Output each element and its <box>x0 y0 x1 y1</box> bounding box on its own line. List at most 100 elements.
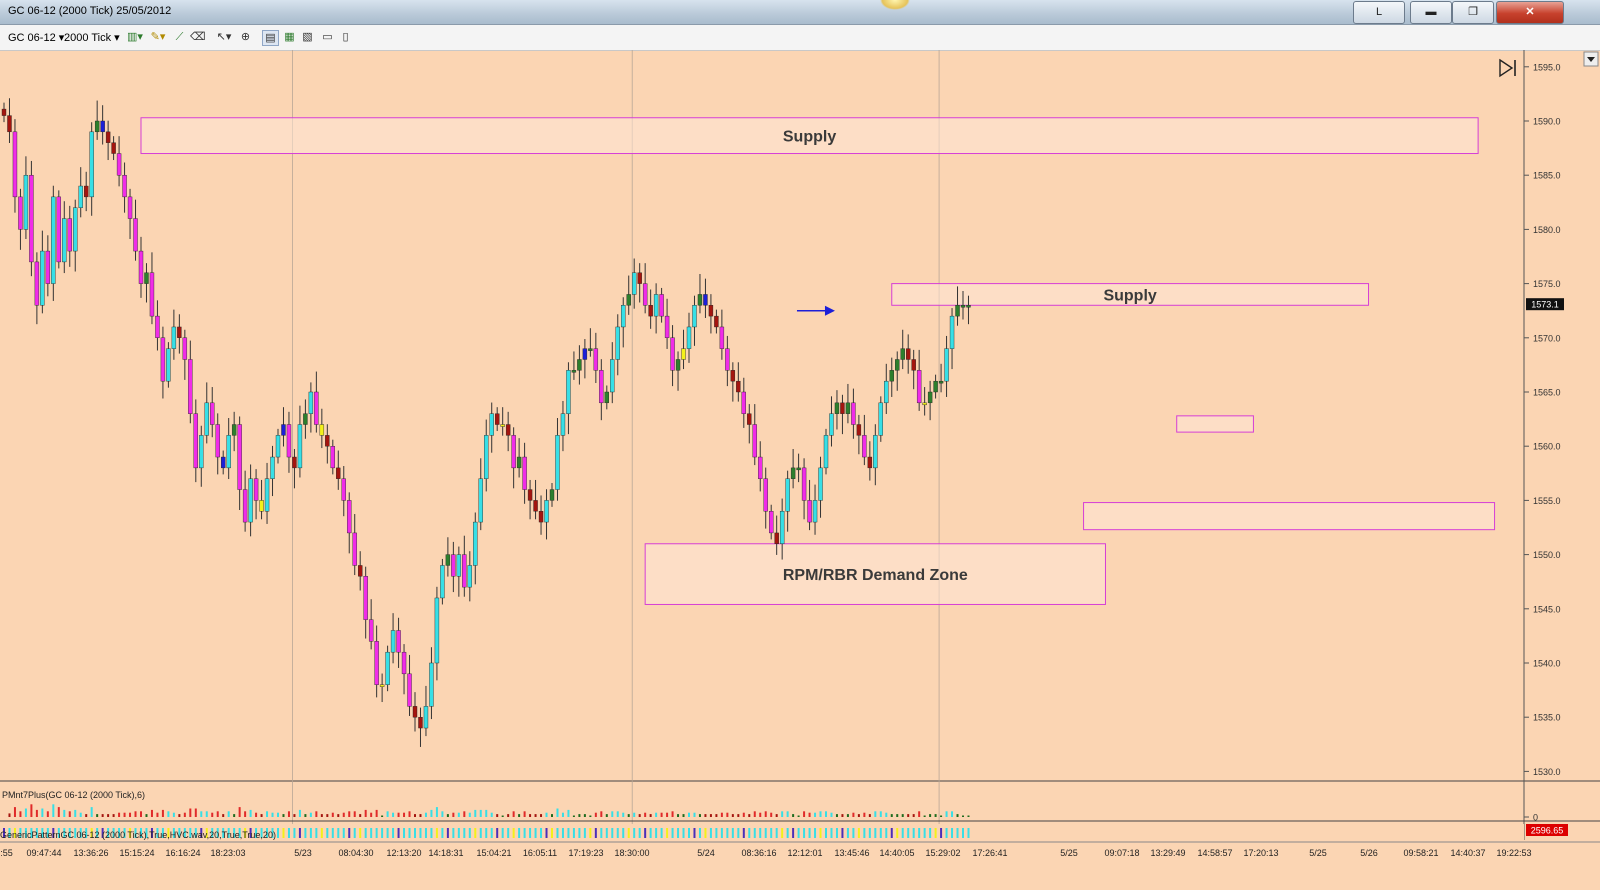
candle-body <box>944 348 949 382</box>
indicator2-bar <box>556 828 559 838</box>
candle-body <box>823 435 829 469</box>
indicator-bar <box>293 814 296 817</box>
candle <box>495 407 500 432</box>
price-chart[interactable]: SupplySupplyRPM/RBR Demand Zone 1530.015… <box>0 50 1600 890</box>
indicator-bar <box>112 814 115 817</box>
indicator2-bar <box>479 828 482 838</box>
candle-body <box>960 305 966 308</box>
candle <box>451 541 456 593</box>
bar-type-icon[interactable]: ▥▾ <box>124 30 146 44</box>
minimize-button[interactable]: ▬ <box>1410 1 1452 24</box>
candle <box>615 314 620 376</box>
candle <box>34 252 40 325</box>
indicator-bar <box>841 814 844 817</box>
price-axis[interactable]: 1530.0 1535.0 1540.0 1545.0 1550.0 1555.0 1560… <box>1523 50 1599 840</box>
properties-icon[interactable]: ▧ <box>300 30 315 44</box>
candle <box>407 654 412 716</box>
indicator-bar <box>140 811 142 817</box>
indicator2-bar <box>386 828 389 838</box>
candle <box>511 427 516 489</box>
candle <box>226 418 231 480</box>
indicator-bar <box>589 815 592 817</box>
indicator-bar <box>282 814 285 817</box>
indicator-bar <box>348 811 351 817</box>
candle <box>105 120 111 161</box>
candle-body <box>736 380 741 393</box>
indicator-bar <box>649 814 652 817</box>
maximize-button[interactable]: ❐ <box>1452 1 1494 24</box>
indicator2-bar <box>331 828 334 838</box>
candle <box>785 470 790 532</box>
indicator2-bar <box>967 828 970 838</box>
window-title: GC 06-12 (2000 Tick) 25/05/2012 <box>8 5 172 17</box>
candle <box>489 402 494 453</box>
candle <box>873 424 878 486</box>
candle-body <box>582 348 588 360</box>
instrument-selector[interactable]: GC 06-12 ▾ <box>8 31 64 44</box>
indicator2-bar <box>874 828 877 838</box>
candle-body <box>478 478 483 523</box>
indicator2-bar <box>277 828 279 838</box>
candle <box>314 371 319 433</box>
indicator2-bar <box>868 828 871 838</box>
candle-body <box>708 305 714 317</box>
indicator-panel: PMnt7Plus(GC 06-12 (2000 Tick),6)0Generi… <box>0 790 1600 840</box>
indicator-bar <box>929 814 932 817</box>
indicator-bar <box>101 814 104 817</box>
candle <box>73 199 78 272</box>
time-tick-label: 08:36:16 <box>741 848 776 858</box>
chart-style-icon[interactable]: ▦ <box>282 30 297 44</box>
indicator-bar <box>403 812 406 817</box>
indicator-bar <box>934 814 937 817</box>
pencil-icon[interactable]: ✎▾ <box>148 30 168 44</box>
close-button[interactable]: ✕ <box>1496 1 1564 24</box>
price-tick-label: 1535.0 <box>1533 713 1561 723</box>
candle <box>456 546 462 597</box>
time-tick-label: 17:26:41 <box>972 848 1007 858</box>
panel-icon[interactable]: ▯ <box>338 30 353 44</box>
interval-selector[interactable]: 2000 Tick ▾ <box>64 31 120 44</box>
candle <box>23 156 29 240</box>
indicator-bar <box>435 807 438 817</box>
time-tick-label: 09:58:21 <box>1403 848 1438 858</box>
candle <box>199 425 204 487</box>
candle <box>681 329 686 370</box>
indicator-bar <box>863 812 866 817</box>
indicator-bar <box>852 812 855 817</box>
candle-body <box>149 272 155 317</box>
indicator-bar <box>835 814 838 817</box>
time-tick-label: 12:12:01 <box>787 848 822 858</box>
indicator2-bar <box>600 828 603 838</box>
drawing-tools-icon[interactable]: ⟋ <box>172 30 187 44</box>
time-tick-label: 5/23 <box>294 848 312 858</box>
time-tick-label: 08:04:30 <box>338 848 373 858</box>
indicator-bar <box>600 811 603 817</box>
price-tick-label: 1550.0 <box>1533 550 1561 560</box>
erase-icon[interactable]: ⌫ <box>190 30 206 44</box>
candle <box>533 479 538 520</box>
zoom-icon[interactable]: ⊕ <box>238 30 253 44</box>
price-tick-label: 1530.0 <box>1533 767 1561 777</box>
candle-body <box>615 326 620 360</box>
candle <box>18 188 23 250</box>
candle-body <box>604 391 609 404</box>
chart-layout-icon[interactable]: ▤ <box>262 30 279 46</box>
indicator-bar <box>441 811 444 817</box>
indicator2-bar <box>792 828 795 838</box>
indicator-bar <box>446 814 449 817</box>
candle <box>429 647 434 720</box>
indicator-bar <box>337 814 340 817</box>
candle <box>352 514 357 576</box>
indicator2-bar <box>781 828 784 838</box>
indicator2-bar <box>397 828 400 838</box>
cursor-icon[interactable]: ↖▾ <box>214 30 234 44</box>
indicator-bar <box>715 814 718 817</box>
mode-button[interactable]: L <box>1353 1 1405 24</box>
candle <box>396 617 401 668</box>
indicator-bar <box>79 812 82 817</box>
indicator2-bar <box>622 828 625 838</box>
data-box-icon[interactable]: ▭ <box>320 30 335 44</box>
time-axis[interactable]: 3:55 09:47:44 13:36:26 15:15:24 16:16:24 18:2… <box>0 841 1600 858</box>
indicator2-bar <box>441 828 444 838</box>
candle <box>884 363 889 414</box>
